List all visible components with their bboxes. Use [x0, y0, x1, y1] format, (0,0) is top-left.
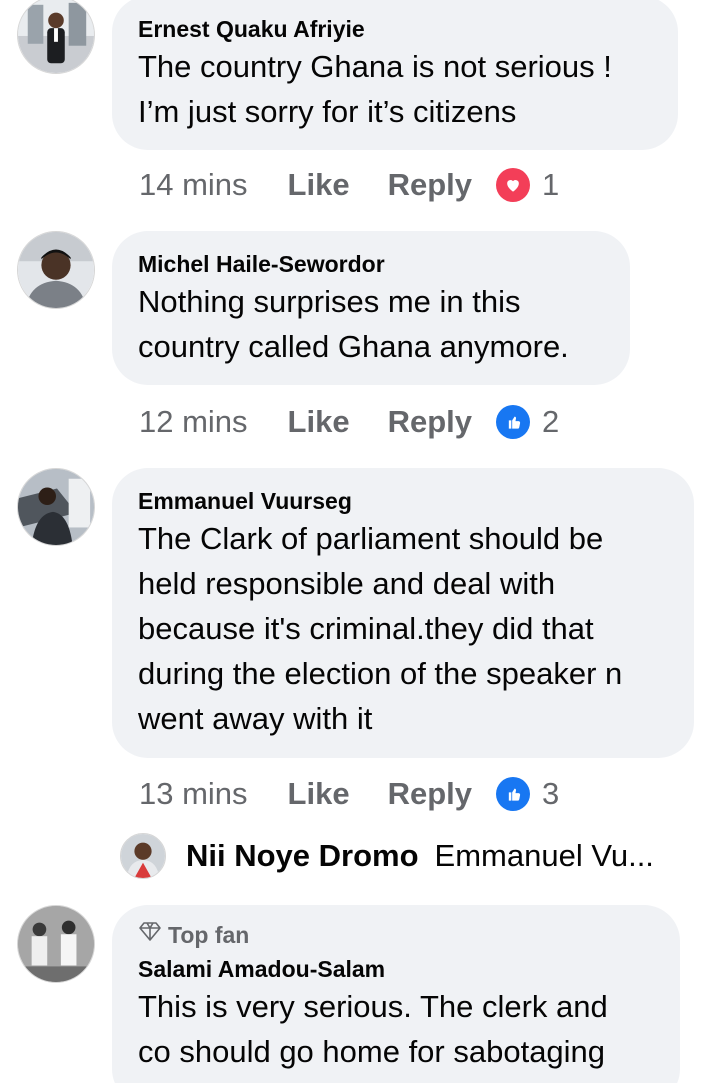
avatar[interactable]	[17, 905, 95, 983]
diamond-icon	[138, 919, 162, 950]
comment-author[interactable]: Emmanuel Vuurseg	[138, 486, 668, 516]
comment-text: The country Ghana is not serious ! I’m j…	[138, 49, 612, 129]
heart-icon	[496, 168, 530, 202]
reaction-count: 1	[542, 167, 560, 202]
avatar[interactable]	[17, 231, 95, 309]
reaction-count: 3	[542, 776, 560, 811]
like-button[interactable]: Like	[288, 776, 350, 812]
reaction-summary[interactable]: 3	[496, 776, 559, 812]
reaction-count: 2	[542, 404, 560, 439]
comment-timestamp[interactable]: 13 mins	[139, 776, 248, 812]
comment-bubble: Top fan Salami Amadou-Salam This is very…	[112, 905, 680, 1083]
like-button[interactable]: Like	[288, 167, 350, 203]
thumbs-up-icon	[496, 777, 530, 811]
reply-button[interactable]: Reply	[388, 776, 472, 812]
comment-author[interactable]: Michel Haile-Sewordor	[138, 249, 604, 279]
comment-author[interactable]: Ernest Quaku Afriyie	[138, 14, 652, 44]
reply-button[interactable]: Reply	[388, 167, 472, 203]
avatar[interactable]	[120, 833, 166, 879]
comment-bubble: Emmanuel Vuurseg The Clark of parliament…	[112, 468, 694, 758]
avatar[interactable]	[17, 468, 95, 546]
like-button[interactable]: Like	[288, 404, 350, 440]
reply-author[interactable]: Nii Noye Dromo	[186, 838, 419, 874]
comment-text: This is very serious. The clerk and co s…	[138, 989, 608, 1069]
top-fan-label: Top fan	[168, 921, 250, 948]
top-fan-badge: Top fan	[138, 919, 654, 950]
comment-actions: 13 mins Like Reply 3	[139, 772, 559, 816]
comment-timestamp[interactable]: 12 mins	[139, 404, 248, 440]
comment-text: Nothing surprises me in this country cal…	[138, 284, 569, 364]
reply-button[interactable]: Reply	[388, 404, 472, 440]
comment-actions: 14 mins Like Reply 1	[139, 163, 559, 207]
comment-timestamp[interactable]: 14 mins	[139, 167, 248, 203]
comment-bubble: Michel Haile-Sewordor Nothing surprises …	[112, 231, 630, 385]
reply-preview-text: Emmanuel Vu...	[434, 838, 654, 873]
comment-author[interactable]: Salami Amadou-Salam	[138, 954, 654, 984]
avatar[interactable]	[17, 0, 95, 74]
reaction-summary[interactable]: 2	[496, 404, 559, 440]
reaction-summary[interactable]: 1	[496, 167, 559, 203]
comment-actions: 12 mins Like Reply 2	[139, 400, 559, 444]
comment-text: The Clark of parliament should be held r…	[138, 521, 623, 736]
thumbs-up-icon	[496, 405, 530, 439]
reply-preview[interactable]: Nii Noye Dromo Emmanuel Vu...	[120, 829, 654, 883]
comment-bubble: Ernest Quaku Afriyie The country Ghana i…	[112, 0, 678, 150]
